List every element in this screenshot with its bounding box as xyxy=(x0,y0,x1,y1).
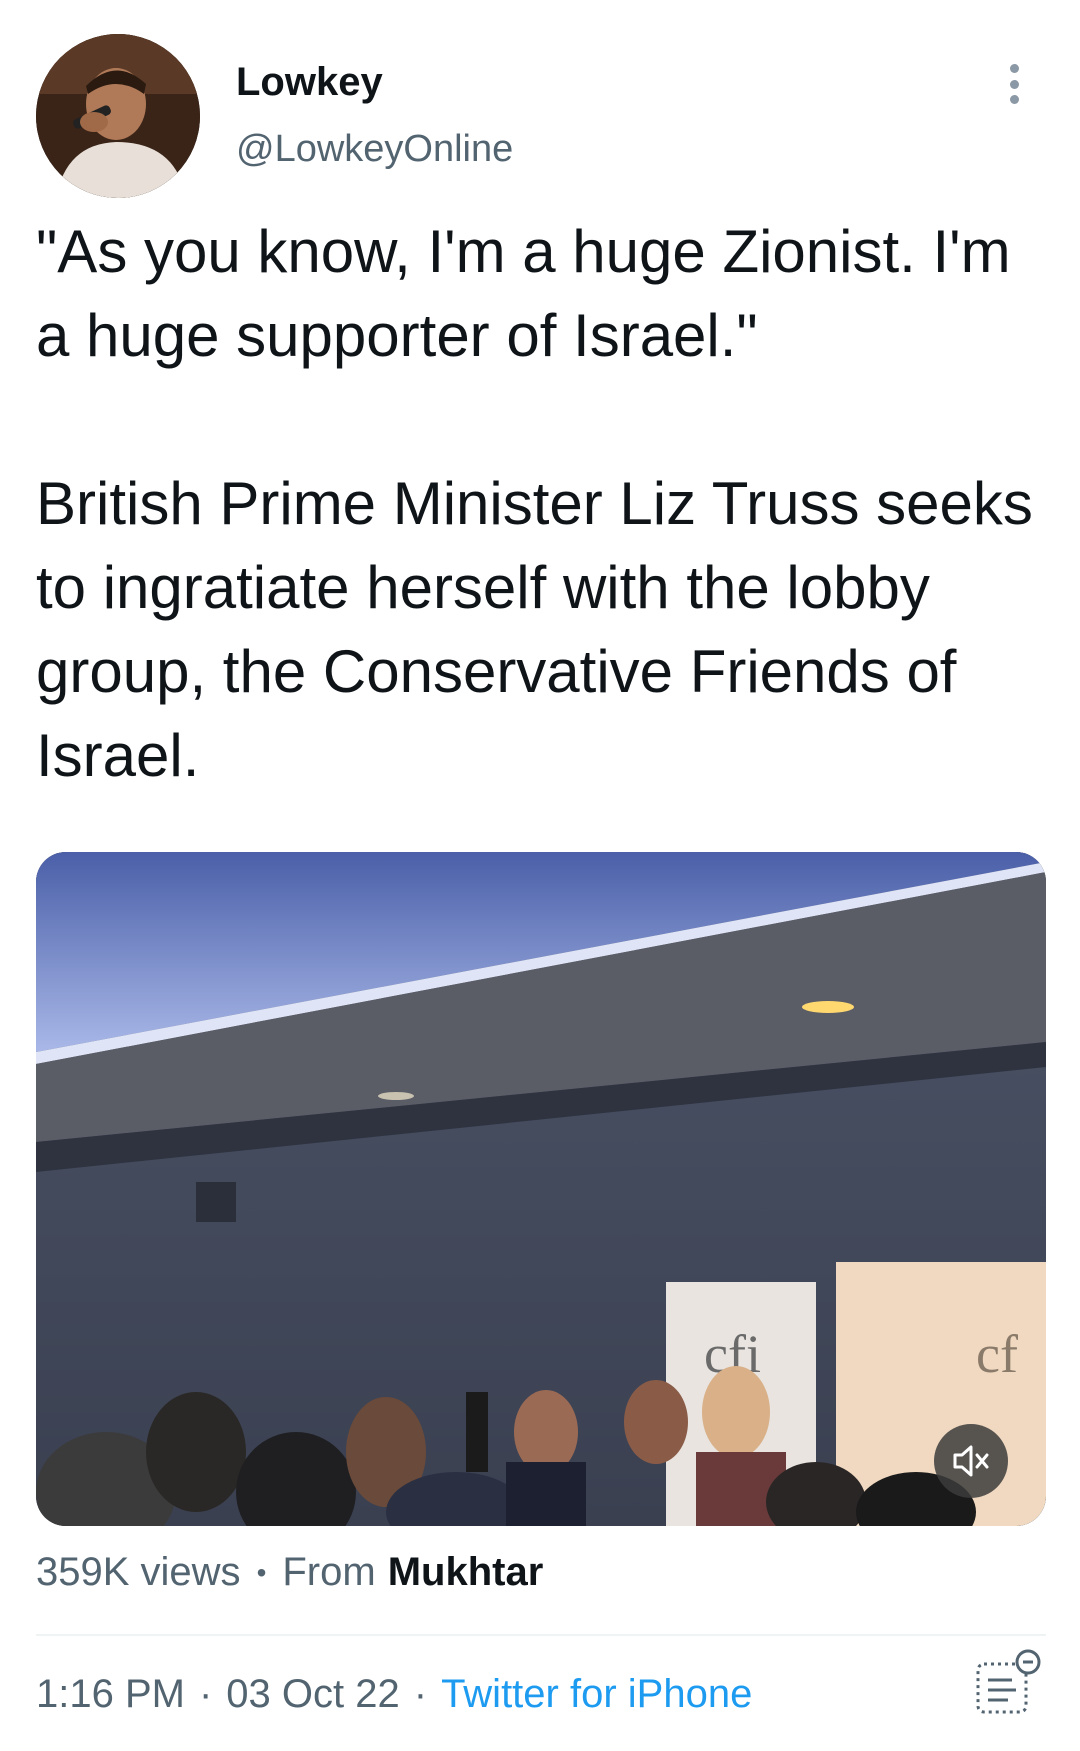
footer-separator: · xyxy=(198,1672,213,1716)
tweet-time: 1:16 PM xyxy=(36,1672,185,1716)
volume-muted-icon xyxy=(953,1445,989,1477)
user-handle[interactable]: @LowkeyOnline xyxy=(236,128,513,171)
tweet-video[interactable]: cfi cf xyxy=(36,852,1046,1526)
view-analytics-icon[interactable] xyxy=(972,1646,1046,1720)
display-name[interactable]: Lowkey xyxy=(236,60,383,105)
avatar[interactable] xyxy=(36,34,200,198)
video-frame: cfi cf xyxy=(36,852,1046,1526)
tweet-text: "As you know, I'm a huge Zionist. I'm a … xyxy=(36,218,1033,789)
avatar-photo-icon xyxy=(36,34,200,198)
tweet-timestamp: 1:16 PM · 03 Oct 22 · Twitter for iPhone xyxy=(36,1672,752,1717)
more-vertical-icon[interactable] xyxy=(1004,64,1024,104)
more-dot xyxy=(1009,79,1019,89)
mute-button[interactable] xyxy=(934,1424,1008,1498)
svg-text:cf: cf xyxy=(976,1324,1018,1384)
from-label: From xyxy=(282,1550,376,1594)
meta-separator: • xyxy=(256,1556,267,1588)
tweet-meta: 359K views • From Mukhtar xyxy=(36,1550,543,1595)
more-dot xyxy=(1009,64,1019,73)
more-dot xyxy=(1009,95,1019,104)
tweet-client-link[interactable]: Twitter for iPhone xyxy=(441,1672,752,1717)
view-count: 359K views xyxy=(36,1550,241,1594)
tweet-date: 03 Oct 22 xyxy=(226,1672,400,1716)
source-account[interactable]: Mukhtar xyxy=(388,1550,544,1595)
footer-separator: · xyxy=(413,1672,428,1716)
divider xyxy=(36,1634,1046,1636)
